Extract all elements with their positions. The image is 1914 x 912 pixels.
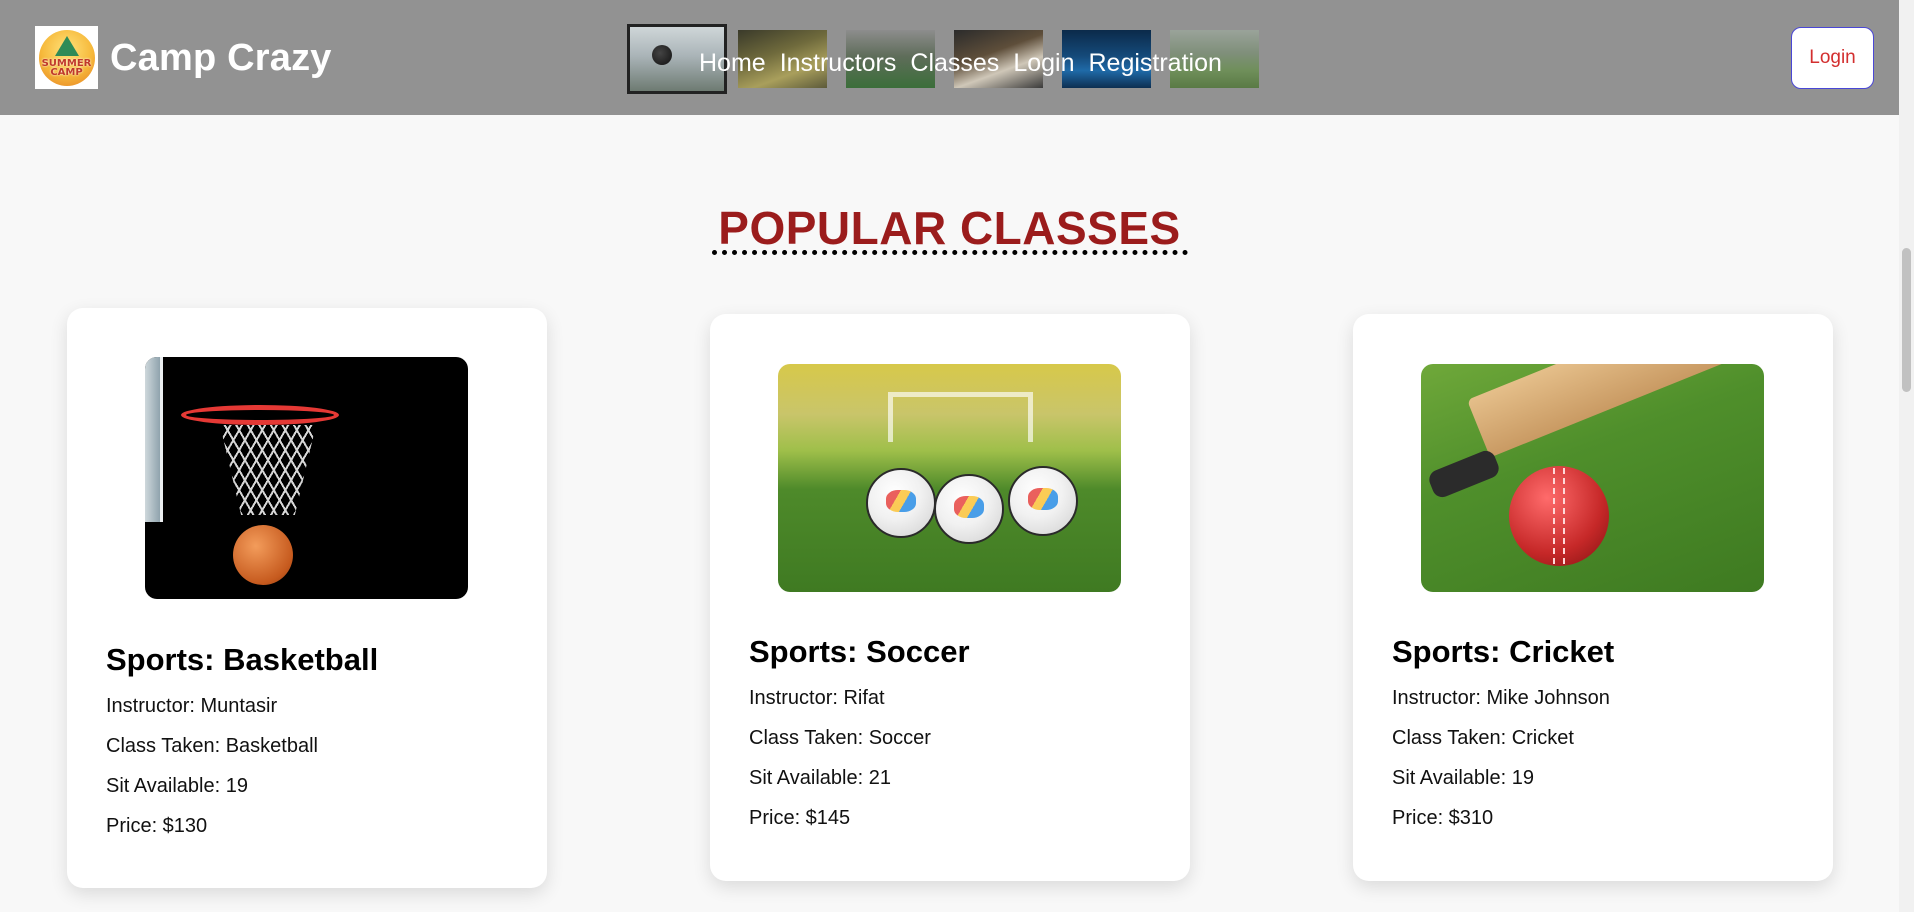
card-instructor: Instructor: Rifat xyxy=(749,687,885,709)
top-navbar: SUMMER CAMP Camp Crazy Home Instructors … xyxy=(0,0,1899,115)
nav-registration[interactable]: Registration xyxy=(1088,46,1221,80)
login-button[interactable]: Login xyxy=(1791,27,1874,89)
soccer-ball-icon xyxy=(866,468,936,538)
card-instructor: Instructor: Muntasir xyxy=(106,695,278,717)
soccer-image xyxy=(778,364,1121,592)
card-price: Price: $310 xyxy=(1392,807,1494,829)
page-scrollbar[interactable] xyxy=(1899,0,1914,912)
summer-camp-logo-icon: SUMMER CAMP xyxy=(38,29,95,86)
card-heading: Sports: Cricket xyxy=(1392,634,1615,669)
cricket-ball-icon xyxy=(1509,466,1609,566)
card-class-taken: Class Taken: Cricket xyxy=(1392,727,1574,749)
soccer-ball-icon xyxy=(652,45,672,65)
card-sit-available: Sit Available: 19 xyxy=(1392,767,1534,789)
card-heading: Sports: Basketball xyxy=(106,642,379,677)
cricket-image xyxy=(1421,364,1764,592)
soccer-ball-icon xyxy=(1008,466,1078,536)
main-nav: Home Instructors Classes Login Registrat… xyxy=(699,46,1222,80)
brand-name[interactable]: Camp Crazy xyxy=(110,36,332,80)
class-card-basketball: Sports: Basketball Instructor: Muntasir … xyxy=(67,308,547,888)
card-sit-available: Sit Available: 19 xyxy=(106,775,248,797)
card-sit-available: Sit Available: 21 xyxy=(749,767,891,789)
title-dotted-underline xyxy=(712,250,1188,255)
basketball-icon xyxy=(233,525,293,585)
logo[interactable]: SUMMER CAMP xyxy=(35,26,98,89)
nav-instructors[interactable]: Instructors xyxy=(780,46,897,80)
nav-home[interactable]: Home xyxy=(699,46,766,80)
soccer-ball-icon xyxy=(934,474,1004,544)
card-instructor: Instructor: Mike Johnson xyxy=(1392,687,1610,709)
nav-login[interactable]: Login xyxy=(1013,46,1074,80)
cricket-bat-icon xyxy=(1467,364,1764,458)
card-heading: Sports: Soccer xyxy=(749,634,970,669)
class-card-cricket: Sports: Cricket Instructor: Mike Johnson… xyxy=(1353,314,1833,881)
scrollbar-thumb[interactable] xyxy=(1902,248,1911,392)
card-class-taken: Class Taken: Basketball xyxy=(106,735,318,757)
card-price: Price: $145 xyxy=(749,807,851,829)
logo-text: SUMMER CAMP xyxy=(41,57,92,78)
nav-classes[interactable]: Classes xyxy=(910,46,999,80)
section-title: POPULAR CLASSES xyxy=(718,202,1181,254)
card-class-taken: Class Taken: Soccer xyxy=(749,727,931,749)
class-card-soccer: Sports: Soccer Instructor: Rifat Class T… xyxy=(710,314,1190,881)
card-price: Price: $130 xyxy=(106,815,208,837)
basketball-image xyxy=(145,357,468,599)
